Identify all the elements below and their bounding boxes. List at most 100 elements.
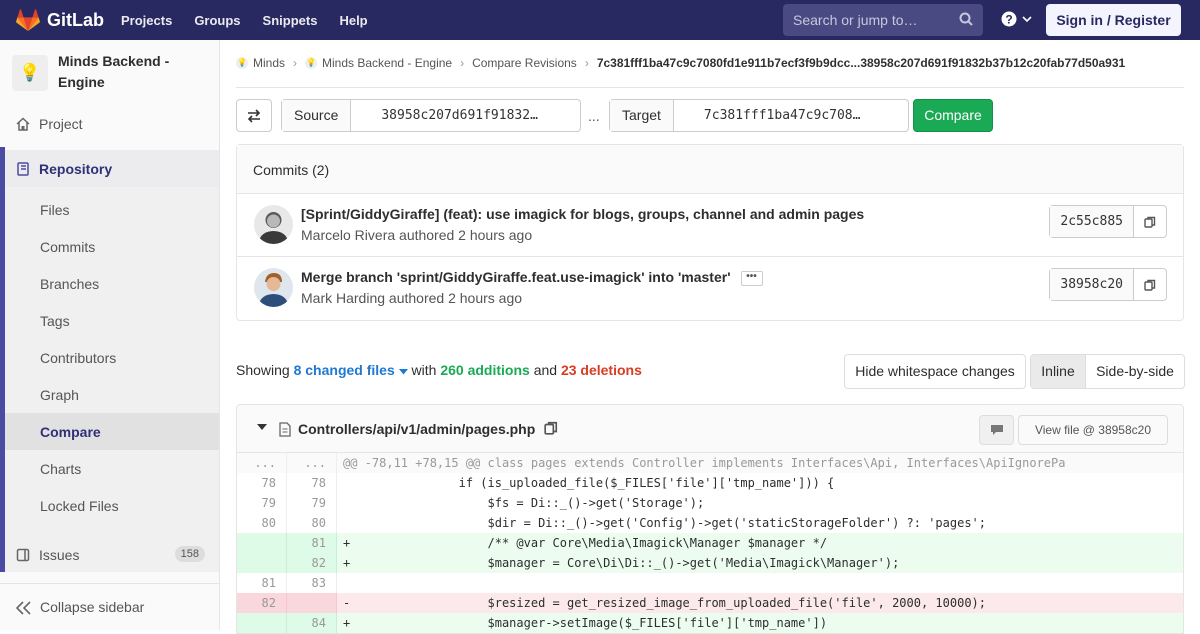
breadcrumb-group[interactable]: Minds	[253, 56, 285, 70]
copy-icon[interactable]	[1134, 269, 1166, 300]
signin-button[interactable]: Sign in / Register	[1046, 4, 1181, 36]
diff-line: 84 + $manager->setImage($_FILES['file']['…	[237, 613, 1183, 633]
search-placeholder: Search or jump to…	[793, 12, 918, 28]
nav-snippets[interactable]: Snippets	[263, 13, 318, 28]
old-line-number[interactable]: 78	[237, 473, 287, 493]
sidebar-item-compare[interactable]: Compare	[5, 413, 219, 450]
old-line-number[interactable]: 79	[237, 493, 287, 513]
commit-sha: 2c55c885	[1049, 205, 1167, 238]
changed-files-dropdown[interactable]: 8 changed files	[294, 362, 408, 378]
sidebar-item-label: Locked Files	[40, 497, 119, 514]
old-line-number[interactable]: 80	[237, 513, 287, 533]
new-line-number[interactable]: 80	[287, 513, 337, 533]
view-file-button[interactable]: View file @ 38958c20	[1018, 415, 1168, 445]
diff-table: ...... @@ -78,11 +78,15 @@ class pages ex…	[236, 452, 1184, 634]
commit-sha-text[interactable]: 2c55c885	[1050, 206, 1134, 237]
old-line-number[interactable]: 81	[237, 573, 287, 593]
nav-projects[interactable]: Projects	[121, 13, 172, 28]
new-line-number[interactable]: 84	[287, 613, 337, 633]
sidebar-item-project[interactable]: Project	[0, 105, 219, 142]
target-revision-dropdown[interactable]: Target 7c381fff1ba47c9c708…	[609, 99, 909, 132]
sidebar-item-commits[interactable]: Commits	[0, 228, 219, 265]
old-line-number[interactable]: 82	[237, 593, 287, 613]
side-by-side-button[interactable]: Side-by-side	[1086, 355, 1184, 388]
commit-title[interactable]: [Sprint/GiddyGiraffe] (feat): use imagic…	[301, 206, 864, 222]
diff-code: if (is_uploaded_file($_FILES['file']['tm…	[343, 476, 835, 490]
new-line-number[interactable]	[287, 593, 337, 613]
hide-whitespace-button[interactable]: Hide whitespace changes	[844, 354, 1026, 389]
copy-icon[interactable]	[1134, 206, 1166, 237]
commit-sha-text[interactable]: 38958c20	[1050, 269, 1134, 300]
toggle-comments-button[interactable]	[979, 415, 1014, 445]
diff-file-name[interactable]: Controllers/api/v1/admin/pages.php	[298, 421, 535, 437]
old-line-number[interactable]: ...	[237, 453, 287, 473]
new-line-number[interactable]: ...	[287, 453, 337, 473]
caret-down-icon[interactable]	[257, 424, 267, 431]
collapse-sidebar-button[interactable]: Collapse sidebar	[0, 583, 219, 630]
sidebar-item-label: Branches	[40, 275, 100, 292]
breadcrumb-section[interactable]: Compare Revisions	[472, 56, 577, 70]
swap-revisions-button[interactable]	[236, 99, 272, 132]
sidebar-item-branches[interactable]: Branches	[0, 265, 219, 302]
sidebar-item-graph[interactable]: Graph	[0, 376, 219, 413]
diff-code: @@ -78,11 +78,15 @@ class pages extends …	[343, 456, 1066, 470]
sidebar-item-files[interactable]: Files	[0, 191, 219, 228]
collapse-label: Collapse sidebar	[40, 599, 145, 615]
diff-line: 82 - $resized = get_resized_image_from_up…	[237, 593, 1183, 613]
avatar[interactable]	[254, 205, 293, 244]
breadcrumb-project[interactable]: Minds Backend - Engine	[322, 56, 452, 70]
sidebar-item-contributors[interactable]: Contributors	[0, 339, 219, 376]
new-line-number[interactable]: 78	[287, 473, 337, 493]
source-revision-dropdown[interactable]: Source 38958c207d691f91832…	[281, 99, 581, 132]
commit-author: Marcelo Rivera authored 2 hours ago	[301, 227, 533, 243]
double-chevron-left-icon	[16, 601, 31, 615]
stats-showing: Showing	[236, 362, 290, 378]
inline-view-button[interactable]: Inline	[1031, 355, 1086, 388]
sidebar-item-label: Files	[40, 201, 70, 218]
stats-with: with	[411, 362, 437, 378]
deletions-count: 23 deletions	[560, 362, 642, 378]
sidebar-project-header[interactable]: 💡 Minds Backend - Engine	[12, 51, 208, 93]
compare-separator: ...	[588, 108, 600, 124]
sidebar-item-locked-files[interactable]: Locked Files	[0, 487, 219, 524]
changed-files-label: 8 changed files	[293, 362, 395, 378]
expand-commit-button[interactable]: •••	[740, 270, 763, 286]
gitlab-logo[interactable]: GitLab	[16, 0, 104, 40]
diff-line: 81 83	[237, 573, 1183, 593]
diff-line: 82 + $manager = Core\Di\Di::_()->get('Med…	[237, 553, 1183, 573]
avatar[interactable]	[254, 268, 293, 307]
new-line-number[interactable]: 79	[287, 493, 337, 513]
home-icon	[16, 117, 30, 131]
nav-help[interactable]: Help	[339, 13, 367, 28]
search-input[interactable]: Search or jump to…	[783, 4, 983, 36]
target-value: 7c381fff1ba47c9c708…	[703, 108, 861, 123]
old-line-number[interactable]	[237, 553, 287, 573]
sidebar-item-issues[interactable]: Issues 158	[0, 536, 219, 573]
new-line-number[interactable]: 81	[287, 533, 337, 553]
sidebar-item-tags[interactable]: Tags	[0, 302, 219, 339]
sidebar-item-label: Graph	[40, 386, 79, 403]
sidebar-item-label: Repository	[39, 160, 113, 177]
divider	[236, 87, 1184, 88]
new-line-number[interactable]: 83	[287, 573, 337, 593]
compare-button[interactable]: Compare	[913, 99, 993, 132]
project-avatar: 💡	[12, 55, 48, 91]
new-line-number[interactable]: 82	[287, 553, 337, 573]
diff-file-header: Controllers/api/v1/admin/pages.php View …	[236, 404, 1184, 452]
issues-icon	[16, 548, 30, 562]
sidebar-item-charts[interactable]: Charts	[0, 450, 219, 487]
old-line-number[interactable]	[237, 613, 287, 633]
breadcrumb-separator-icon: ›	[584, 56, 589, 70]
commit-title[interactable]: Merge branch 'sprint/GiddyGiraffe.feat.u…	[301, 269, 763, 286]
breadcrumb-separator-icon: ›	[460, 56, 465, 70]
nav-groups[interactable]: Groups	[194, 13, 240, 28]
file-icon	[279, 422, 291, 437]
breadcrumb-current[interactable]: 7c381fff1ba47c9c7080fd1e911b7ecf3f9b9dcc…	[597, 56, 1125, 70]
sidebar-item-repository[interactable]: Repository	[0, 150, 219, 187]
help-dropdown[interactable]: ?	[1001, 11, 1032, 27]
sidebar-item-label: Tags	[40, 312, 70, 329]
copy-icon[interactable]	[544, 421, 558, 435]
diff-code: $dir = Di::_()->get('Config')->get('stat…	[343, 516, 986, 530]
old-line-number[interactable]	[237, 533, 287, 553]
diff-code: + $manager->setImage($_FILES['file']['tm…	[343, 616, 828, 630]
